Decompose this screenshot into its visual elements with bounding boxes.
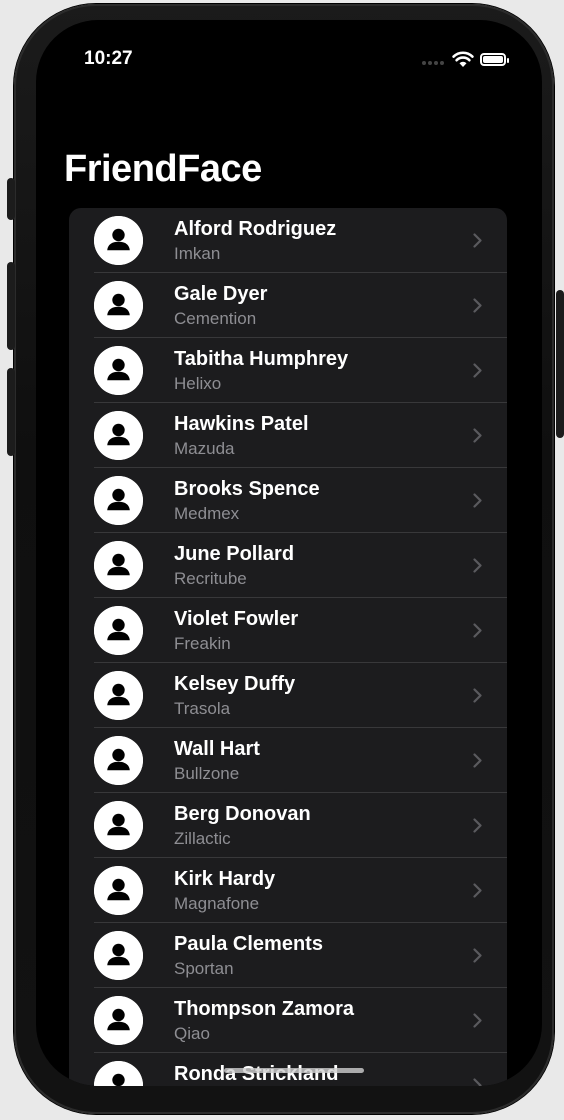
friend-name: Kelsey Duffy — [174, 673, 296, 695]
person-circle-icon — [94, 996, 143, 1045]
friend-list[interactable]: Alford Rodriguez Imkan Gale Dyer Cementi… — [69, 208, 507, 1086]
mute-switch — [7, 178, 15, 220]
friend-company: Recritube — [174, 569, 247, 588]
person-circle-icon — [94, 736, 143, 785]
person-circle-icon — [94, 801, 143, 850]
friend-company: Magnafone — [174, 894, 260, 913]
person-circle-icon — [94, 541, 143, 590]
battery-icon — [480, 53, 509, 66]
page-title: FriendFace — [64, 148, 262, 190]
friend-company: Trasola — [174, 699, 231, 718]
friend-company: Medmex — [174, 504, 240, 523]
friend-company: Bullzone — [174, 764, 240, 783]
friend-name: Paula Clements — [174, 933, 323, 955]
chevron-right-icon — [473, 948, 482, 963]
friend-row[interactable]: Alford Rodriguez Imkan — [69, 208, 507, 273]
friend-row[interactable]: Gale Dyer Cemention — [69, 273, 507, 338]
wifi-icon — [452, 51, 474, 67]
friend-name: Gale Dyer — [174, 283, 268, 305]
volume-up-button — [7, 262, 15, 350]
friend-row[interactable]: Thompson Zamora Qiao — [69, 988, 507, 1053]
chevron-right-icon — [473, 558, 482, 573]
status-bar: 10:27 — [36, 20, 542, 100]
person-circle-icon — [94, 606, 143, 655]
chevron-right-icon — [473, 1013, 482, 1028]
friend-name: Brooks Spence — [174, 478, 320, 500]
friend-row[interactable]: Hawkins Patel Mazuda — [69, 403, 507, 468]
friend-name: Thompson Zamora — [174, 998, 355, 1020]
chevron-right-icon — [473, 818, 482, 833]
friend-row[interactable]: Tabitha Humphrey Helixo — [69, 338, 507, 403]
home-indicator[interactable] — [224, 1068, 364, 1073]
person-circle-icon — [94, 1061, 143, 1086]
friend-company: Cemention — [174, 309, 257, 328]
friend-company: Helixo — [174, 374, 222, 393]
friend-company: Zillactic — [174, 829, 231, 848]
chevron-right-icon — [473, 298, 482, 313]
friend-row[interactable]: Violet Fowler Freakin — [69, 598, 507, 663]
chevron-right-icon — [473, 363, 482, 378]
friend-company: Sportan — [174, 959, 234, 978]
friend-row[interactable]: Kelsey Duffy Trasola — [69, 663, 507, 728]
chevron-right-icon — [473, 233, 482, 248]
chevron-right-icon — [473, 753, 482, 768]
chevron-right-icon — [473, 623, 482, 638]
friend-name: Violet Fowler — [174, 608, 299, 630]
person-circle-icon — [94, 411, 143, 460]
side-button — [556, 290, 564, 438]
person-circle-icon — [94, 476, 143, 525]
screen: 10:27 FriendFace Alford Rodriguez Imkan — [36, 20, 542, 1086]
status-time: 10:27 — [84, 48, 133, 69]
person-circle-icon — [94, 931, 143, 980]
friend-row[interactable]: Brooks Spence Medmex — [69, 468, 507, 533]
person-circle-icon — [94, 671, 143, 720]
person-circle-icon — [94, 866, 143, 915]
friend-row[interactable]: Wall Hart Bullzone — [69, 728, 507, 793]
friend-row[interactable]: Paula Clements Sportan — [69, 923, 507, 988]
cellular-signal-icon — [422, 61, 446, 65]
friend-row[interactable]: June Pollard Recritube — [69, 533, 507, 598]
chevron-right-icon — [473, 1078, 482, 1086]
friend-company: Qiao — [174, 1024, 210, 1043]
friend-name: Berg Donovan — [174, 803, 311, 825]
chevron-right-icon — [473, 493, 482, 508]
friend-name: Kirk Hardy — [174, 868, 276, 890]
friend-name: Hawkins Patel — [174, 413, 309, 435]
friend-company: Freakin — [174, 634, 231, 653]
person-circle-icon — [94, 281, 143, 330]
chevron-right-icon — [473, 883, 482, 898]
friend-row[interactable]: Berg Donovan Zillactic — [69, 793, 507, 858]
friend-name: June Pollard — [174, 543, 295, 565]
friend-name: Wall Hart — [174, 738, 260, 760]
friend-row[interactable]: Kirk Hardy Magnafone — [69, 858, 507, 923]
chevron-right-icon — [473, 428, 482, 443]
chevron-right-icon — [473, 688, 482, 703]
friend-name: Tabitha Humphrey — [174, 348, 349, 370]
friend-company: Imkan — [174, 244, 221, 263]
volume-down-button — [7, 368, 15, 456]
person-circle-icon — [94, 216, 143, 265]
friend-name: Alford Rodriguez — [174, 218, 337, 240]
friend-name: Ronda Strickland — [174, 1063, 339, 1085]
friend-company: Mazuda — [174, 439, 235, 458]
person-circle-icon — [94, 346, 143, 395]
notch — [184, 20, 394, 66]
